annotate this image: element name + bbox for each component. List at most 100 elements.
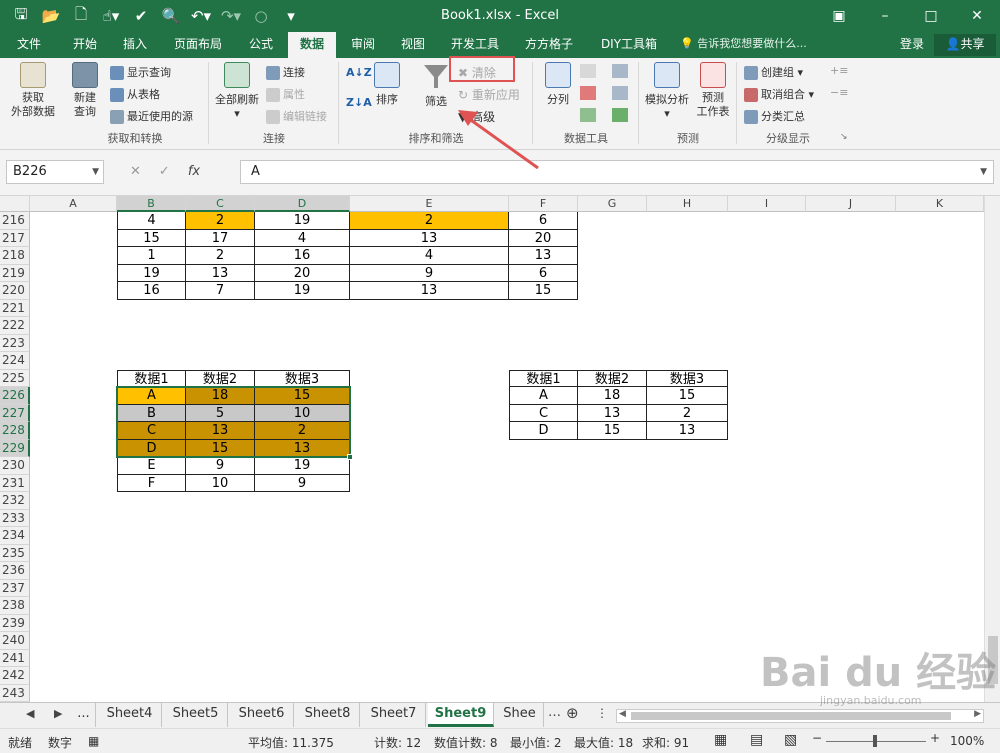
macro-record-icon[interactable]: ▦	[88, 734, 99, 748]
table-header-cell[interactable]: 数据2	[578, 369, 647, 387]
tab-developer[interactable]: 开发工具	[442, 32, 508, 58]
scroll-left-icon[interactable]: ◀	[619, 709, 626, 719]
table-cell[interactable]: 9	[255, 474, 350, 492]
row-header[interactable]: 242	[0, 667, 30, 685]
column-header[interactable]: J	[806, 196, 896, 212]
zoom-slider-knob[interactable]	[873, 735, 877, 747]
table-cell[interactable]: 13	[509, 247, 578, 265]
row-header[interactable]: 241	[0, 649, 30, 667]
row-header[interactable]: 233	[0, 509, 30, 527]
table-cell[interactable]: 9	[186, 457, 255, 475]
column-header[interactable]: H	[647, 196, 728, 212]
table-cell[interactable]: D	[117, 439, 186, 457]
table-cell[interactable]: 9	[350, 264, 509, 282]
table-cell[interactable]: 17	[186, 229, 255, 247]
login-link[interactable]: 登录	[900, 32, 924, 56]
column-header[interactable]: E	[350, 196, 509, 212]
sort-button[interactable]: 排序	[370, 62, 404, 107]
sheet-tab-7[interactable]: Sheet7	[362, 703, 426, 727]
table-header-cell[interactable]: 数据3	[255, 369, 350, 387]
table-cell[interactable]: 2	[186, 212, 255, 230]
reapply-button[interactable]: ↻ 重新应用	[458, 86, 520, 103]
table-cell[interactable]: 1	[117, 247, 186, 265]
tab-fangfang[interactable]: 方方格子	[514, 32, 584, 58]
table-cell[interactable]: 15	[255, 387, 350, 405]
table-cell[interactable]: B	[117, 404, 186, 422]
table-cell[interactable]: 20	[509, 229, 578, 247]
tab-view[interactable]: 视图	[390, 32, 436, 58]
table-cell[interactable]: 6	[509, 212, 578, 230]
table-cell[interactable]: 4	[350, 247, 509, 265]
table-header-cell[interactable]: 数据2	[186, 369, 255, 387]
text-to-columns-button[interactable]: 分列	[540, 62, 576, 107]
forecast-sheet-button[interactable]: 预测 工作表	[694, 62, 732, 119]
table-cell[interactable]: 15	[578, 422, 647, 440]
column-header[interactable]: A	[30, 196, 117, 212]
horizontal-scroll-thumb[interactable]	[631, 712, 951, 720]
row-header[interactable]: 228	[0, 422, 30, 440]
advanced-filter-button[interactable]: ▼ 高级	[458, 108, 495, 125]
fill-handle[interactable]	[347, 454, 353, 460]
table-cell[interactable]: 13	[255, 439, 350, 457]
minimize-button[interactable]: –	[862, 0, 908, 32]
table-cell[interactable]: 15	[509, 282, 578, 300]
table-cell[interactable]: 19	[255, 212, 350, 230]
tab-file[interactable]: 文件	[8, 32, 50, 58]
ribbon-display-icon[interactable]: ▣	[816, 0, 862, 32]
close-button[interactable]: ✕	[954, 0, 1000, 32]
table-cell[interactable]: F	[117, 474, 186, 492]
connections-button[interactable]: 连接	[266, 64, 305, 80]
table-cell[interactable]: 7	[186, 282, 255, 300]
remove-duplicates-icon[interactable]	[580, 86, 596, 100]
hide-detail-icon[interactable]: −≡	[830, 86, 848, 99]
table-cell[interactable]: 2	[186, 247, 255, 265]
table-cell[interactable]: 18	[186, 387, 255, 405]
column-header[interactable]: D	[255, 196, 350, 212]
relationships-icon[interactable]	[612, 86, 628, 100]
select-all-corner[interactable]	[0, 196, 30, 212]
column-header[interactable]: K	[896, 196, 984, 212]
column-header[interactable]: B	[117, 196, 186, 212]
column-header[interactable]: F	[509, 196, 578, 212]
table-header-cell[interactable]: 数据1	[509, 369, 578, 387]
row-header[interactable]: 226	[0, 387, 30, 405]
from-table-button[interactable]: 从表格	[110, 86, 160, 102]
show-detail-icon[interactable]: +≡	[830, 64, 848, 77]
zoom-level[interactable]: 100%	[950, 734, 984, 748]
table-cell[interactable]: 16	[117, 282, 186, 300]
horizontal-scrollbar[interactable]: ◀ ▶	[616, 709, 984, 723]
page-layout-view-icon[interactable]: ▤	[750, 732, 763, 748]
row-header[interactable]: 229	[0, 439, 30, 457]
table-cell[interactable]: A	[509, 387, 578, 405]
prev-sheet-icon[interactable]: ◀	[26, 707, 34, 720]
split-handle-icon[interactable]: ⋮	[596, 706, 608, 720]
name-box-dropdown-icon[interactable]: ▼	[92, 161, 99, 183]
properties-button[interactable]: 属性	[266, 86, 305, 102]
add-sheet-icon[interactable]: ⊕	[566, 704, 579, 722]
tab-review[interactable]: 审阅	[340, 32, 386, 58]
row-header[interactable]: 219	[0, 264, 30, 282]
row-header[interactable]: 230	[0, 457, 30, 475]
enter-icon[interactable]: ✓	[159, 164, 170, 179]
table-cell[interactable]: 2	[647, 404, 728, 422]
table-cell[interactable]: 4	[255, 229, 350, 247]
table-cell[interactable]: 20	[255, 264, 350, 282]
tell-me-box[interactable]: 💡 告诉我您想要做什么...	[680, 32, 807, 58]
row-header[interactable]: 220	[0, 282, 30, 300]
row-header[interactable]: 227	[0, 404, 30, 422]
table-cell[interactable]: 10	[255, 404, 350, 422]
table-cell[interactable]: 5	[186, 404, 255, 422]
data-model-icon[interactable]	[612, 108, 628, 122]
row-header[interactable]: 225	[0, 369, 30, 387]
tab-insert[interactable]: 插入	[112, 32, 158, 58]
table-cell[interactable]: 10	[186, 474, 255, 492]
sheet-tab-more[interactable]: Shee	[496, 703, 544, 727]
table-header-cell[interactable]: 数据1	[117, 369, 186, 387]
table-cell[interactable]: 19	[255, 282, 350, 300]
table-cell[interactable]: 15	[117, 229, 186, 247]
new-query-button[interactable]: 新建 查询	[64, 62, 106, 119]
table-cell[interactable]: 19	[255, 457, 350, 475]
table-cell[interactable]: 13	[186, 264, 255, 282]
ungroup-dropdown-icon[interactable]: ▾	[809, 88, 815, 101]
show-query-button[interactable]: 显示查询	[110, 64, 171, 80]
